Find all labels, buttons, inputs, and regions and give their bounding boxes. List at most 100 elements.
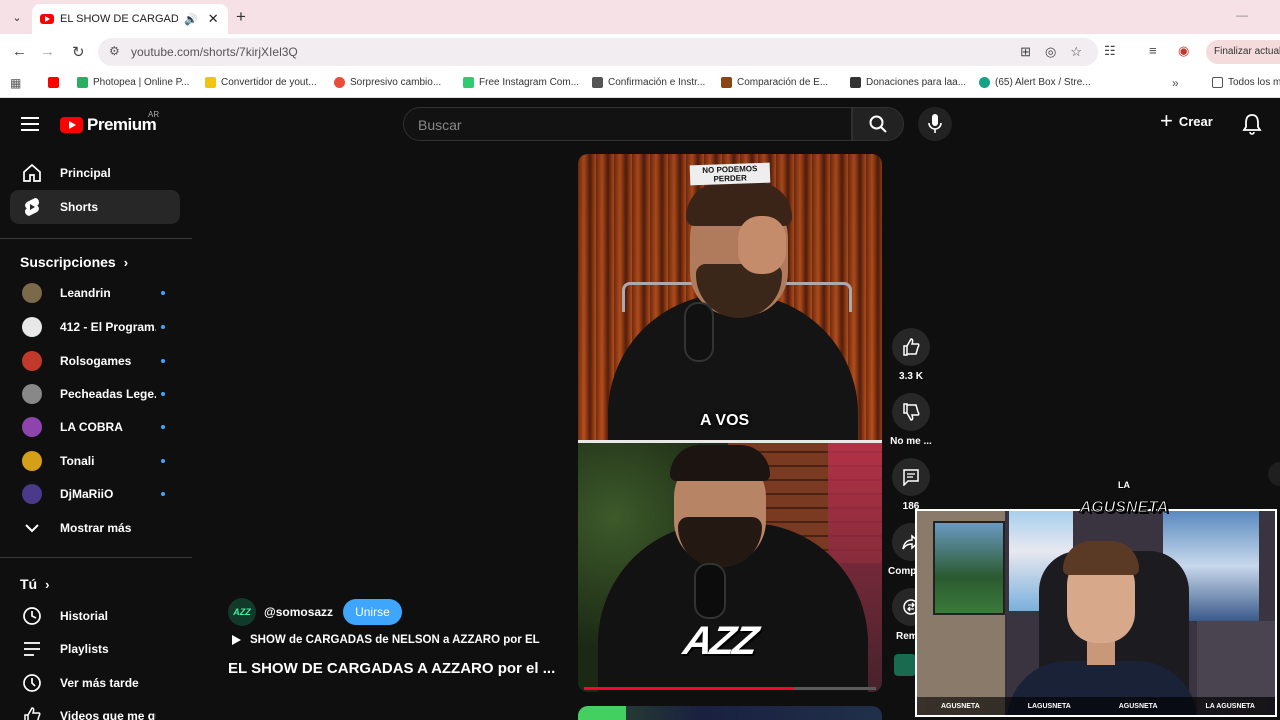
playlists-icon: [20, 641, 44, 657]
close-tab-icon[interactable]: ✕: [208, 11, 219, 27]
comments-button[interactable]: [892, 458, 930, 496]
new-content-dot: [161, 425, 165, 429]
host-hand: [738, 216, 786, 274]
sidebar-item-label: Rolsogames: [60, 354, 132, 368]
sidebar-item-label: Shorts: [60, 200, 99, 214]
dislike-button[interactable]: [892, 393, 930, 431]
channel-avatar: [22, 317, 42, 337]
short-title[interactable]: EL SHOW DE CARGADAS A AZZARO por el ...: [228, 660, 555, 677]
sidebar-item-leandrin[interactable]: Leandrin: [10, 276, 180, 310]
bookmark-youtube[interactable]: [48, 77, 59, 88]
x-handle: LAGUSNETA: [1027, 702, 1071, 710]
folder-icon: [205, 77, 216, 88]
bookmark-sorpresivo[interactable]: Sorpresivo cambio...: [334, 77, 441, 88]
finish-update-button[interactable]: Finalizar actual: [1206, 40, 1280, 64]
bookmark-comparacion[interactable]: Comparación de E...: [721, 77, 828, 88]
like-button[interactable]: [892, 328, 930, 366]
next-short-button[interactable]: [1268, 462, 1280, 486]
sidebar-item-la-cobra[interactable]: LA COBRA: [10, 410, 180, 444]
back-arrow-icon[interactable]: ←: [12, 43, 27, 60]
new-content-dot: [161, 325, 165, 329]
more-bookmarks-icon[interactable]: »: [1172, 76, 1179, 90]
sidebar-show-more[interactable]: Mostrar más: [10, 511, 180, 545]
tracking-protection-icon[interactable]: ◎: [1045, 44, 1056, 60]
you-heading[interactable]: Tú ›: [20, 576, 49, 592]
voice-search-button[interactable]: [918, 107, 952, 141]
sidebar-item-label: Principal: [60, 166, 111, 180]
liked-icon: [20, 707, 44, 720]
profile-avatar-icon[interactable]: ◉: [1178, 43, 1189, 59]
create-button[interactable]: + Crear: [1160, 110, 1213, 132]
streamer-webcam: AGUSNETA LAGUSNETA AGUSNETA LA AGUSNETA: [915, 509, 1277, 717]
bookmark-donaciones[interactable]: Donaciones para laa...: [850, 77, 966, 88]
logo-text: Premium: [87, 115, 157, 134]
sidebar-item-label: Historial: [60, 609, 109, 623]
sidebar-item-liked-videos[interactable]: Videos que me gus: [10, 699, 180, 720]
sidebar-item-historial[interactable]: Historial: [10, 599, 180, 633]
sidebar-item-rolsogames[interactable]: Rolsogames: [10, 344, 180, 378]
all-bookmarks-folder[interactable]: Todos los m: [1212, 77, 1280, 88]
menu-icon[interactable]: [21, 117, 39, 131]
sidebar-item-412[interactable]: 412 - El Program...: [10, 310, 180, 344]
audio-source-thumbnail[interactable]: [894, 654, 916, 676]
search-input[interactable]: Buscar: [403, 107, 852, 141]
sidebar-item-label: Pecheadas Lege...: [60, 387, 156, 401]
country-code: AR: [148, 110, 160, 119]
bookmark-label: Donaciones para laa...: [866, 77, 967, 88]
new-tab-button[interactable]: +: [236, 7, 246, 27]
video-progress-bar[interactable]: [584, 687, 876, 690]
sidebar-item-ver-mas-tarde[interactable]: Ver más tarde: [10, 666, 180, 700]
tab-search-menu-button[interactable]: ⌄: [6, 7, 28, 27]
bookmark-label: Comparación de E...: [737, 77, 829, 88]
browser-tab-active[interactable]: EL SHOW DE CARGADAS A 🔊 ✕: [32, 4, 228, 34]
reload-icon[interactable]: ↻: [72, 43, 85, 61]
join-button[interactable]: Unirse: [343, 599, 402, 625]
search-icon: [869, 115, 887, 133]
bookmark-photopea[interactable]: Photopea | Online P...: [77, 77, 189, 88]
bookmark-instagram-com[interactable]: Free Instagram Com...: [463, 77, 579, 88]
sidebar-item-label: Ver más tarde: [60, 676, 139, 690]
media-controls-icon[interactable]: ≡: [1149, 43, 1157, 58]
channel-avatar: [22, 451, 42, 471]
bookmark-star-icon[interactable]: ☆: [1070, 44, 1082, 60]
channel-handle[interactable]: @somosazz: [264, 605, 333, 619]
extensions-icon[interactable]: ☷: [1104, 43, 1116, 59]
channel-avatar: [22, 283, 42, 303]
install-app-icon[interactable]: ⊞: [1020, 44, 1031, 60]
forward-arrow-icon[interactable]: →: [40, 43, 55, 60]
bookmark-convertidor[interactable]: Convertidor de yout...: [205, 77, 317, 88]
youtube-premium-logo[interactable]: Premium AR: [60, 110, 159, 135]
new-content-dot: [161, 492, 165, 496]
folder-icon: [1212, 77, 1223, 88]
sidebar-item-tonali[interactable]: Tonali: [10, 444, 180, 478]
speaker-icon[interactable]: 🔊: [184, 13, 198, 26]
address-bar[interactable]: ⚙ youtube.com/shorts/7kirjXIel3Q ⊞ ◎ ☆: [98, 38, 1098, 66]
bookmark-confirmacion[interactable]: Confirmación e Instr...: [592, 77, 705, 88]
notifications-bell-icon[interactable]: [1242, 113, 1262, 140]
sidebar-item-pecheadas[interactable]: Pecheadas Lege...: [10, 377, 180, 411]
short-video-player[interactable]: NO PODEMOS PERDER A VOS AZZ: [578, 154, 882, 692]
tab-title: EL SHOW DE CARGADAS A: [60, 13, 178, 25]
play-icon: [232, 635, 241, 645]
window-minimize-button[interactable]: —: [1236, 8, 1248, 22]
short-description-row[interactable]: SHOW de CARGADAS de NELSON a AZZARO por …: [230, 634, 540, 646]
sidebar-item-playlists[interactable]: Playlists: [10, 632, 180, 666]
channel-avatar: [22, 384, 42, 404]
photopea-icon: [77, 77, 88, 88]
sidebar-item-shorts[interactable]: Shorts: [10, 190, 180, 224]
guest-hair: [670, 445, 770, 481]
url-text[interactable]: youtube.com/shorts/7kirjXIel3Q: [131, 45, 298, 59]
sidebar-item-principal[interactable]: Principal: [10, 156, 180, 190]
search-button[interactable]: [852, 107, 904, 141]
streamer-hair: [1063, 541, 1139, 575]
site-info-icon[interactable]: ⚙: [109, 44, 120, 58]
next-short-thumbnail[interactable]: [578, 706, 882, 720]
apps-grid-icon[interactable]: ▦: [10, 76, 21, 90]
sidebar-item-djmariio[interactable]: DjMaRiiO: [10, 477, 180, 511]
badge-main-text: AGUSNETA: [1079, 499, 1169, 517]
channel-avatar[interactable]: AZZ: [228, 598, 256, 626]
bookmark-alert-box[interactable]: (65) Alert Box / Stre...: [979, 77, 1091, 88]
sidebar-divider: [0, 238, 192, 239]
subscriptions-heading[interactable]: Suscripciones ›: [20, 254, 128, 270]
thumbs-up-icon: [903, 338, 920, 356]
